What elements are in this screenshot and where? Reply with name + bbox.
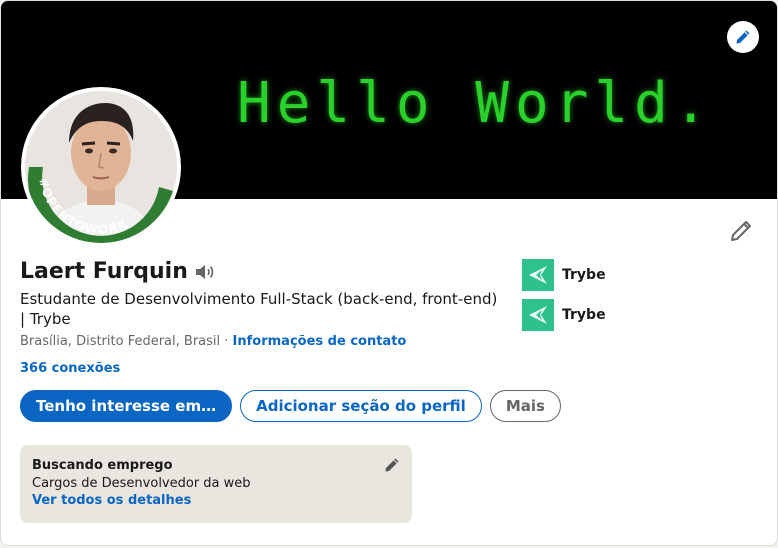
open-to-work-title: Buscando emprego [32, 458, 173, 473]
profile-name: Laert Furquin [20, 259, 188, 284]
add-profile-section-button[interactable]: Adicionar seção do perfil [240, 390, 482, 422]
trybe-logo-icon [522, 299, 554, 331]
banner-text: Hello World. [237, 71, 714, 136]
name-row: Laert Furquin [20, 259, 216, 284]
open-to-button[interactable]: Tenho interesse em… [20, 390, 233, 422]
trybe-logo-icon [522, 259, 554, 291]
speaker-icon[interactable] [194, 262, 216, 282]
contact-info-link[interactable]: Informações de contato [233, 334, 407, 349]
pencil-icon[interactable] [384, 457, 400, 473]
avatar[interactable]: #OPENTOWORK [21, 87, 181, 247]
location-separator: · [220, 334, 233, 349]
profile-headline: Estudante de Desenvolvimento Full-Stack … [20, 290, 498, 328]
company-name: Trybe [562, 267, 606, 283]
edit-banner-button[interactable] [727, 21, 759, 53]
company-name: Trybe [562, 307, 606, 323]
connections-link[interactable]: 366 conexões [20, 361, 120, 376]
profile-card: Hello World. #OPENTOWORK Laert Furquin E… [0, 0, 778, 546]
company-item-trybe[interactable]: Trybe [522, 259, 606, 291]
open-to-work-description: Cargos de Desenvolvedor da web [32, 476, 251, 491]
profile-photo: #OPENTOWORK [25, 91, 177, 243]
more-button[interactable]: Mais [489, 390, 561, 422]
pencil-icon [736, 30, 750, 44]
see-all-details-link[interactable]: Ver todos os detalhes [32, 493, 191, 508]
location-row: Brasília, Distrito Federal, Brasil · Inf… [20, 334, 406, 349]
school-item-trybe[interactable]: Trybe [522, 299, 606, 331]
open-to-work-card: Buscando emprego Cargos de Desenvolvedor… [20, 445, 412, 523]
opentowork-frame: #OPENTOWORK [28, 167, 173, 243]
location-text: Brasília, Distrito Federal, Brasil [20, 334, 221, 349]
experience-education-list: Trybe Trybe [522, 259, 606, 339]
edit-profile-button[interactable] [729, 219, 753, 243]
profile-actions: Tenho interesse em… Adicionar seção do p… [20, 390, 561, 422]
